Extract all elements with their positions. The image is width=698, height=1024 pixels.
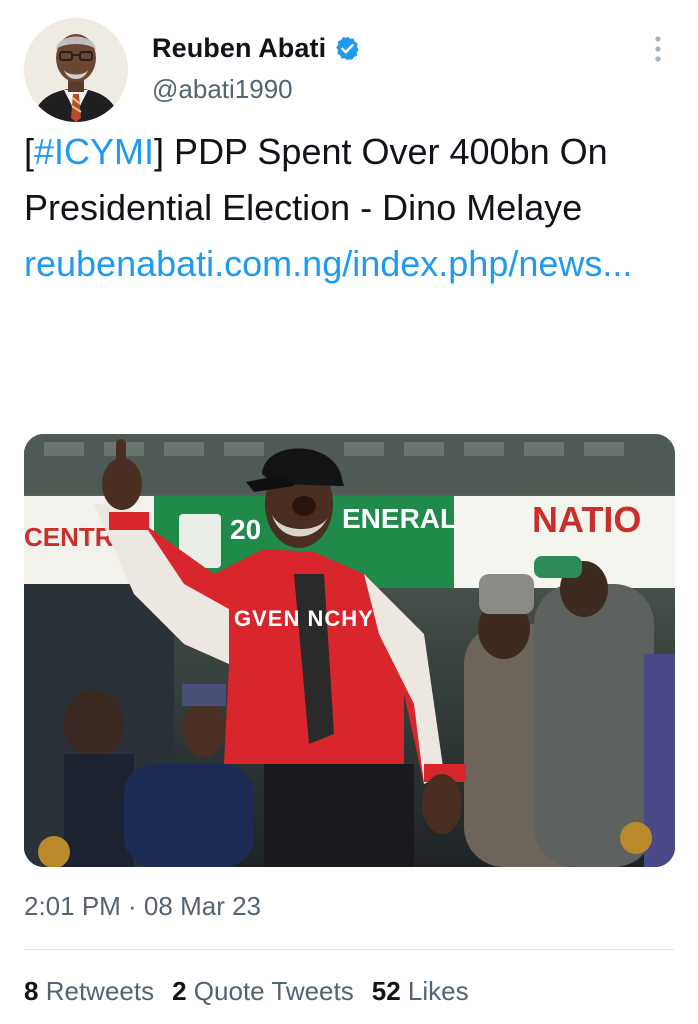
verified-badge-icon bbox=[336, 36, 359, 60]
banner-text-mid: ENERAL bbox=[342, 503, 457, 534]
tweet-header: Reuben Abati @abati1990 bbox=[0, 0, 698, 125]
article-link[interactable]: reubenabati.com.ng/index.php/news... bbox=[24, 243, 632, 284]
author-display-name[interactable]: Reuben Abati bbox=[152, 33, 326, 64]
banner-text-right: NATIO bbox=[532, 499, 641, 540]
event-photo: CENTR 20 ENERAL NATIO GVEN NCHY bbox=[24, 434, 675, 867]
more-vertical-icon[interactable] bbox=[648, 34, 668, 64]
author-name-row[interactable]: Reuben Abati bbox=[152, 30, 361, 66]
tweet-stats: 8 Retweets 2 Quote Tweets 52 Likes bbox=[24, 976, 487, 1007]
avatar-image bbox=[24, 18, 128, 122]
likes-count: 52 bbox=[371, 976, 401, 1006]
quotes-label: Quote Tweets bbox=[193, 976, 354, 1006]
retweets-label: Retweets bbox=[45, 976, 155, 1006]
quotes-count: 2 bbox=[172, 976, 187, 1006]
likes-stat[interactable]: 52 Likes bbox=[372, 976, 469, 1006]
likes-label: Likes bbox=[407, 976, 469, 1006]
author-avatar[interactable] bbox=[24, 18, 128, 122]
quotes-stat[interactable]: 2 Quote Tweets bbox=[172, 976, 354, 1006]
retweets-count: 8 bbox=[24, 976, 39, 1006]
jacket-text: GVEN NCHY bbox=[234, 606, 374, 631]
author-handle[interactable]: @abati1990 bbox=[152, 74, 293, 105]
tweet-timestamp[interactable]: 2:01 PM · 08 Mar 23 bbox=[24, 891, 261, 922]
retweets-stat[interactable]: 8 Retweets bbox=[24, 976, 154, 1006]
divider bbox=[24, 949, 674, 950]
tweet-text: [#ICYMI] PDP Spent Over 400bn On Preside… bbox=[24, 124, 674, 292]
banner-text-year: 20 bbox=[230, 514, 261, 545]
hashtag-link[interactable]: #ICYMI bbox=[34, 131, 154, 172]
tweet-media-image[interactable]: CENTR 20 ENERAL NATIO GVEN NCHY bbox=[24, 434, 675, 867]
tweet-text-bracket-open: [ bbox=[24, 131, 35, 172]
banner-text-left: CENTR bbox=[24, 522, 114, 552]
